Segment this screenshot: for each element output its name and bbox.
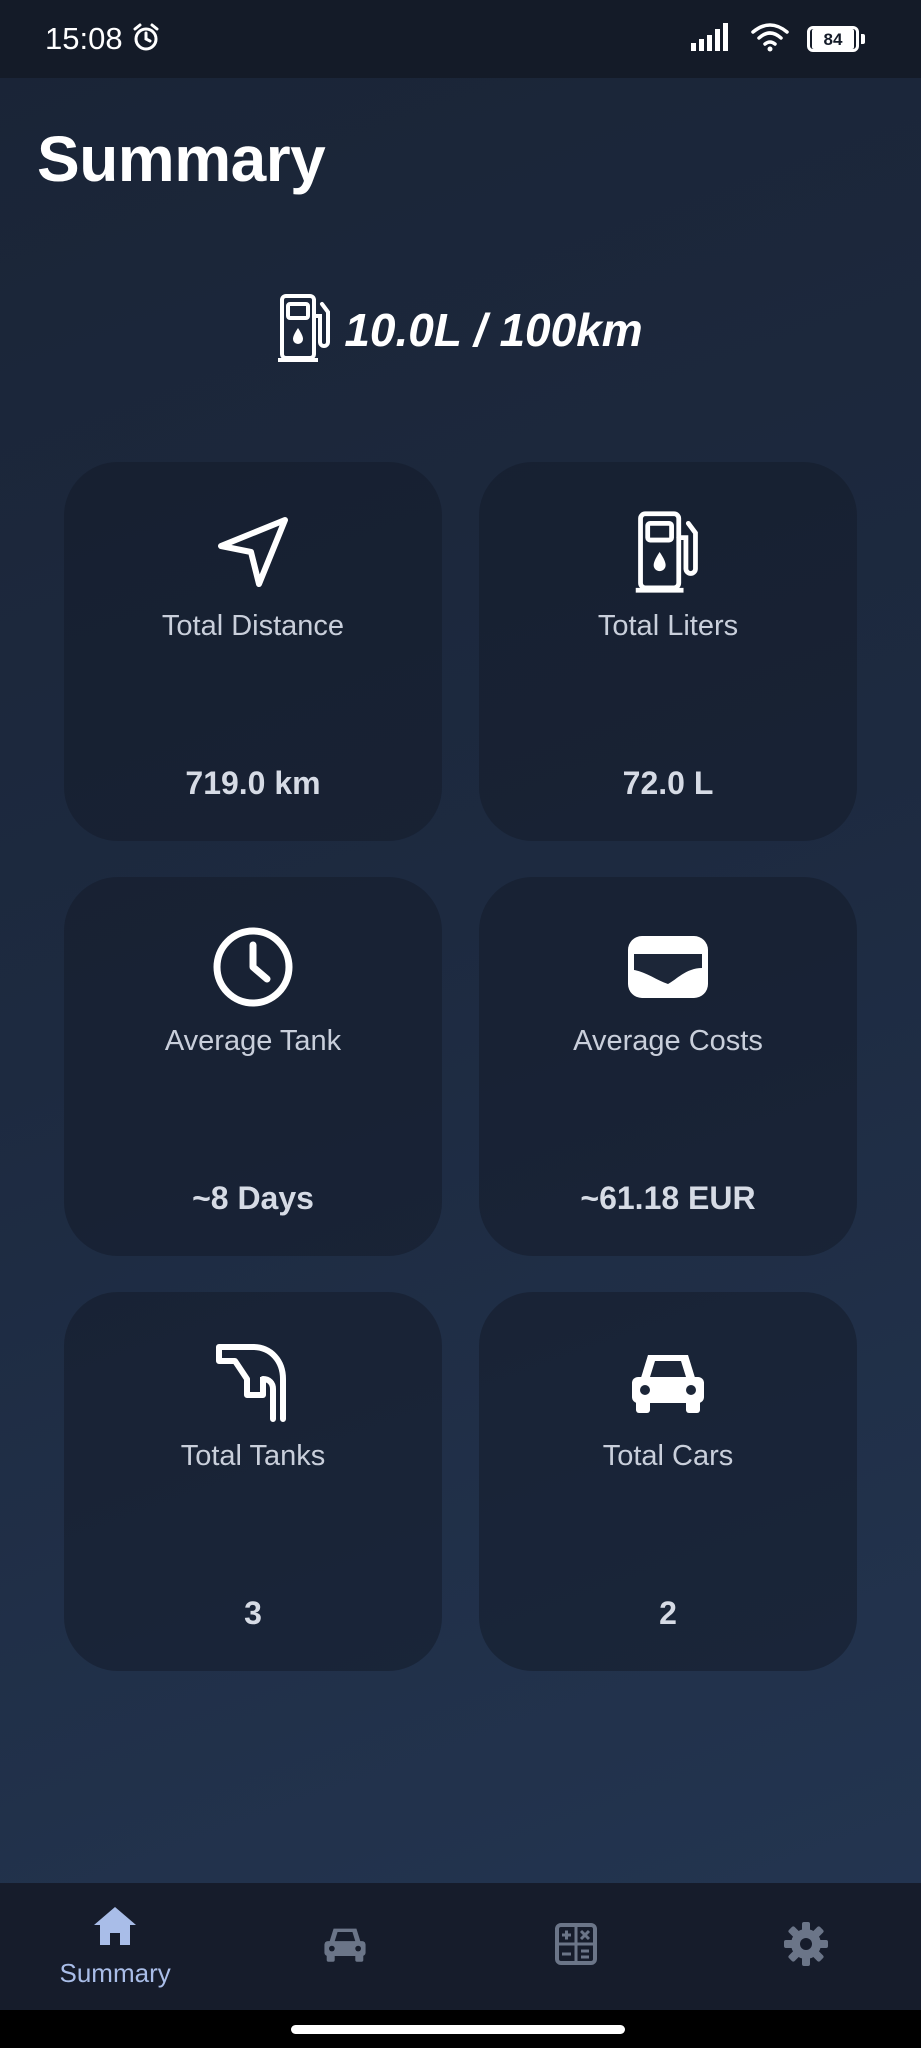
card-value: 719.0 km	[185, 765, 321, 801]
bottom-navigation: Summary	[0, 1883, 921, 2010]
fuel-pump-icon	[626, 509, 710, 600]
average-tank-card[interactable]: Average Tank ~8 Days	[64, 877, 442, 1256]
total-tanks-card[interactable]: Total Tanks 3	[64, 1292, 442, 1671]
nav-label-summary: Summary	[59, 1957, 171, 1988]
home-gesture-bar[interactable]	[291, 2025, 625, 2034]
car-icon	[322, 1924, 368, 1969]
car-icon	[628, 1347, 708, 1422]
battery-level: 84	[812, 29, 854, 49]
clock-icon	[211, 925, 295, 1014]
card-value: 2	[659, 1595, 677, 1631]
status-time: 15:08	[45, 21, 123, 56]
total-liters-card[interactable]: Total Liters 72.0 L	[479, 462, 857, 841]
card-label: Average Costs	[573, 1025, 763, 1057]
card-value: ~8 Days	[192, 1180, 314, 1216]
home-icon	[92, 1905, 138, 1952]
navigation-arrow-icon	[215, 514, 291, 595]
wifi-icon	[751, 22, 789, 57]
status-bar: 15:08 84	[0, 0, 921, 78]
gear-icon	[783, 1921, 829, 1972]
signal-icon	[691, 22, 733, 56]
card-value: 3	[244, 1595, 262, 1631]
alarm-icon	[131, 22, 161, 57]
card-label: Total Cars	[602, 1440, 734, 1472]
calculator-icon	[554, 1923, 597, 1970]
wallet-icon	[626, 934, 710, 1005]
card-label: Total Tanks	[180, 1440, 326, 1472]
average-costs-card[interactable]: Average Costs ~61.18 EUR	[479, 877, 857, 1256]
fuel-pump-icon	[278, 292, 332, 369]
card-label: Total Distance	[161, 610, 345, 642]
total-cars-card[interactable]: Total Cars 2	[479, 1292, 857, 1671]
battery-icon: 84	[807, 26, 865, 52]
fuel-efficiency: 10.0L / 100km	[0, 290, 921, 370]
nav-item-summary[interactable]: Summary	[0, 1883, 230, 2010]
fuel-efficiency-value: 10.0L / 100km	[344, 304, 643, 356]
card-label: Average Tank	[164, 1025, 342, 1057]
nav-item-cars[interactable]	[230, 1883, 460, 2010]
card-value: 72.0 L	[622, 765, 714, 801]
stats-grid: Total Distance 719.0 km Total Liters 72.…	[64, 462, 857, 1671]
total-distance-card[interactable]: Total Distance 719.0 km	[64, 462, 442, 841]
page-title: Summary	[37, 123, 326, 195]
fuel-nozzle-icon	[213, 1339, 293, 1430]
card-label: Total Liters	[597, 610, 739, 642]
card-value: ~61.18 EUR	[580, 1180, 756, 1216]
nav-item-calculator[interactable]	[461, 1883, 691, 2010]
nav-item-settings[interactable]	[691, 1883, 921, 2010]
